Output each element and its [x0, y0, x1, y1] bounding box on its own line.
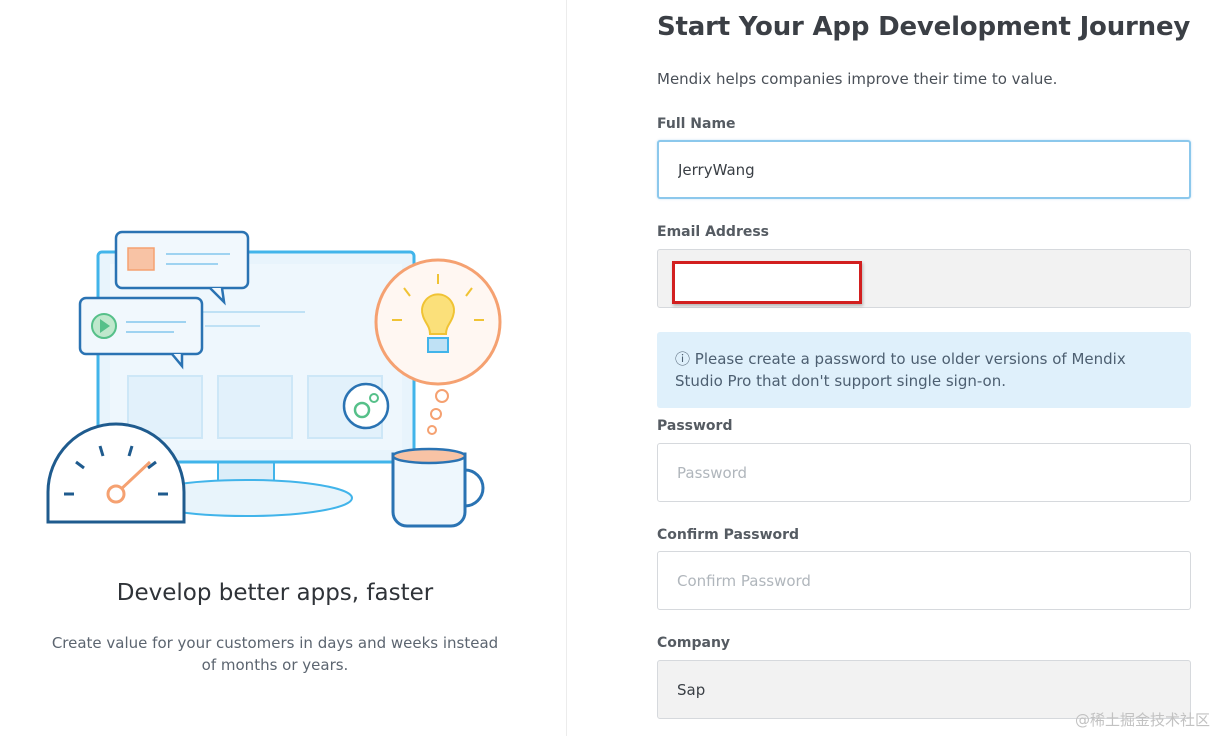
- full-name-input[interactable]: [657, 140, 1191, 199]
- password-info-box: ⓘ Please create a password to use older …: [657, 332, 1191, 408]
- email-label: Email Address: [657, 224, 770, 240]
- marketing-subtext: Create value for your customers in days …: [51, 634, 499, 674]
- company-label: Company: [657, 635, 731, 651]
- marketing-tagline: Develop better apps, faster: [116, 580, 434, 606]
- panel-divider: [566, 0, 567, 736]
- password-label: Password: [657, 418, 733, 434]
- marketing-panel: Develop better apps, faster Create value…: [0, 0, 566, 736]
- intro-text: Mendix helps companies improve their tim…: [657, 70, 1058, 88]
- page-title: Start Your App Development Journey: [657, 12, 1191, 42]
- confirm-password-input[interactable]: [657, 551, 1191, 610]
- info-text: ⓘ Please create a password to use older …: [675, 350, 1126, 390]
- full-name-label: Full Name: [657, 116, 736, 132]
- app-development-illustration: [46, 230, 502, 528]
- redaction-box: [672, 261, 862, 304]
- password-input[interactable]: [657, 443, 1191, 502]
- watermark: @稀土掘金技术社区: [1074, 711, 1210, 729]
- confirm-password-label: Confirm Password: [657, 527, 800, 543]
- email-input[interactable]: [657, 249, 1191, 308]
